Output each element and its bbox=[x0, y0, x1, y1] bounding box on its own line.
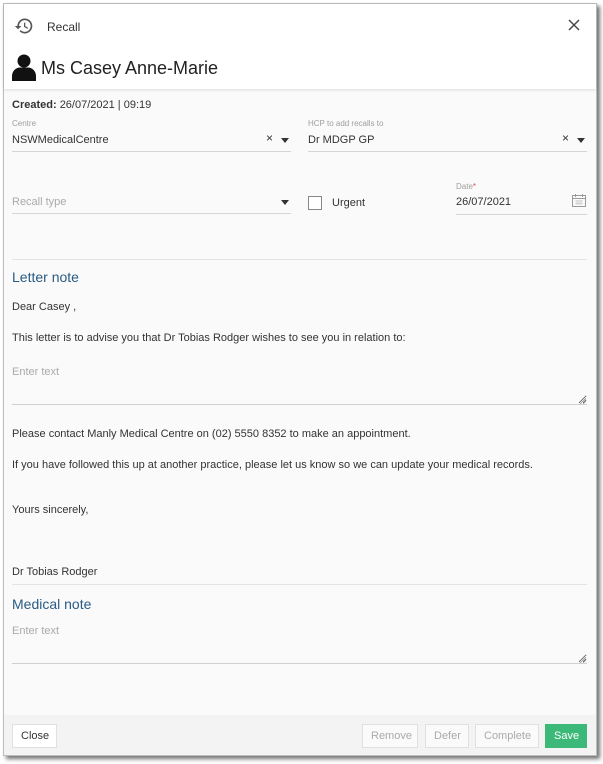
dialog-header: Recall Ms Casey Anne-Marie bbox=[4, 4, 596, 89]
close-button[interactable]: Close bbox=[12, 724, 57, 748]
recall-type-placeholder: Recall type bbox=[12, 196, 67, 208]
date-value: 26/07/2021 bbox=[456, 196, 512, 208]
medical-note-title: Medical note bbox=[12, 596, 92, 612]
centre-dropdown-icon[interactable] bbox=[281, 138, 289, 143]
required-mark: * bbox=[472, 182, 477, 191]
letter-signature: Dr Tobias Rodger bbox=[12, 566, 98, 578]
calendar-icon[interactable] bbox=[572, 194, 586, 207]
letter-intro: This letter is to advise you that Dr Tob… bbox=[12, 332, 406, 344]
save-button[interactable]: Save bbox=[545, 724, 587, 748]
created-label: Created: bbox=[12, 99, 57, 111]
letter-note-title: Letter note bbox=[12, 269, 79, 285]
remove-button[interactable]: Remove bbox=[362, 724, 418, 748]
section-divider bbox=[12, 584, 587, 585]
date-label: Date* bbox=[456, 182, 476, 191]
hcp-select[interactable]: HCP to add recalls to Dr MDGP GP × bbox=[308, 119, 587, 152]
date-field[interactable]: Date* 26/07/2021 bbox=[456, 182, 587, 215]
created-info: Created: 26/07/2021 | 09:19 bbox=[12, 99, 151, 111]
recall-dialog: Recall Ms Casey Anne-Marie Created: 26/0… bbox=[3, 3, 597, 756]
centre-label: Centre bbox=[12, 119, 37, 128]
letter-greeting: Dear Casey , bbox=[12, 301, 77, 313]
hcp-clear-icon[interactable]: × bbox=[562, 131, 569, 145]
date-label-text: Date bbox=[456, 182, 473, 191]
recall-type-dropdown-icon[interactable] bbox=[281, 200, 289, 205]
hcp-label: HCP to add recalls to bbox=[308, 119, 384, 128]
centre-value: NSWMedicalCentre bbox=[12, 134, 109, 146]
dialog-title: Recall bbox=[47, 20, 81, 34]
complete-button[interactable]: Complete bbox=[475, 724, 539, 748]
hcp-value: Dr MDGP GP bbox=[308, 134, 375, 146]
urgent-label: Urgent bbox=[332, 197, 366, 209]
letter-followup: If you have followed this up at another … bbox=[12, 459, 533, 471]
dialog-footer: Close Remove Defer Complete Save bbox=[4, 715, 596, 755]
close-icon[interactable] bbox=[566, 17, 582, 33]
centre-clear-icon[interactable]: × bbox=[266, 131, 273, 145]
letter-contact: Please contact Manly Medical Centre on (… bbox=[12, 428, 411, 440]
hcp-dropdown-icon[interactable] bbox=[577, 138, 585, 143]
centre-select[interactable]: Centre NSWMedicalCentre × bbox=[12, 119, 291, 152]
defer-button[interactable]: Defer bbox=[425, 724, 469, 748]
created-value: 26/07/2021 | 09:19 bbox=[59, 99, 152, 111]
urgent-checkbox[interactable] bbox=[308, 196, 322, 210]
letter-note-input[interactable] bbox=[12, 366, 587, 405]
history-icon bbox=[14, 18, 33, 34]
patient-avatar-icon bbox=[12, 54, 36, 81]
patient-name: Ms Casey Anne-Marie bbox=[41, 58, 219, 78]
letter-closing: Yours sincerely, bbox=[12, 504, 89, 516]
recall-type-select[interactable]: Recall type bbox=[12, 189, 291, 214]
medical-note-input[interactable] bbox=[12, 625, 587, 664]
section-divider bbox=[12, 259, 587, 260]
